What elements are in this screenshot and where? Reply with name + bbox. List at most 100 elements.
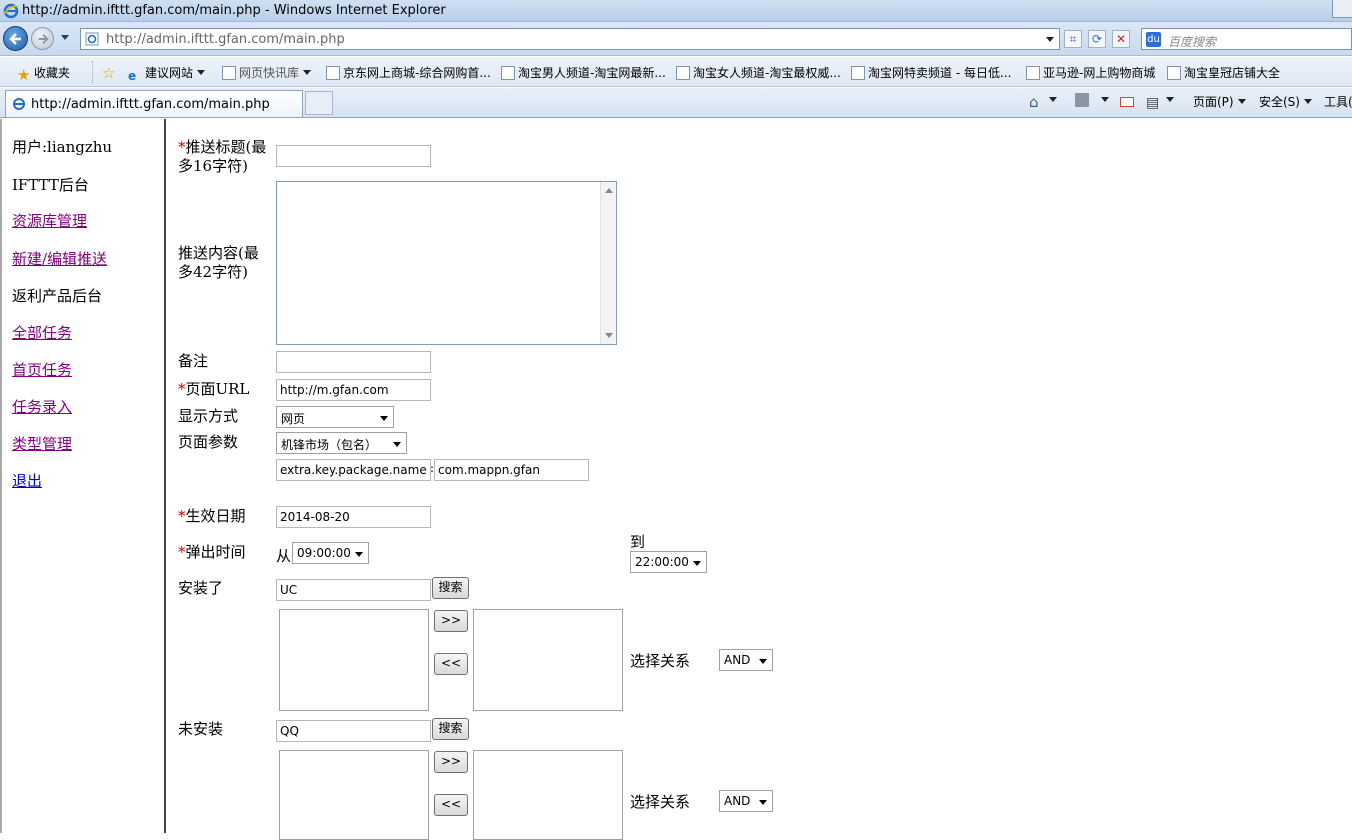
installed-move-right-button[interactable]: >>: [434, 610, 468, 632]
installed-selected-list[interactable]: [473, 609, 623, 711]
compatibility-icon: ⌗: [1069, 32, 1077, 46]
not-installed-move-right-button[interactable]: >>: [434, 751, 468, 773]
fav-item-jd[interactable]: 京东网上商城-综合网购首...: [326, 64, 491, 82]
push-content-textarea[interactable]: [276, 181, 617, 345]
not-installed-move-left-button[interactable]: <<: [434, 794, 468, 816]
fav-item-label: 淘宝女人频道-淘宝最权威...: [693, 66, 841, 80]
fav-item-suggested-sites[interactable]: e 建议网站: [128, 64, 206, 83]
sidebar-link-home-tasks[interactable]: 首页任务: [12, 359, 72, 380]
mail-icon: [1120, 97, 1134, 107]
home-icon: ⌂: [1029, 93, 1039, 111]
chevron-down-icon: [303, 70, 312, 75]
window-title-bar: http://admin.ifttt.gfan.com/main.php - W…: [0, 0, 1352, 22]
not-installed-selected-list[interactable]: [473, 750, 623, 840]
note-input[interactable]: [276, 351, 431, 373]
installed-search-input[interactable]: UC: [276, 579, 431, 601]
display-mode-select[interactable]: 网页: [276, 406, 394, 428]
not-installed-relation-select[interactable]: AND: [719, 790, 773, 812]
search-box[interactable]: du 百度搜索: [1141, 28, 1352, 50]
fav-item-label: 淘宝男人频道-淘宝网最新...: [518, 66, 666, 80]
page-menu-label: 页面(P): [1193, 95, 1234, 109]
sidebar-link-task-entry[interactable]: 任务录入: [12, 396, 72, 417]
param-key-input[interactable]: extra.key.package.name: [276, 459, 431, 481]
sidebar: 用户:liangzhu IFTTT后台 资源库管理 新建/编辑推送 返利产品后台…: [0, 119, 166, 833]
chevron-down-icon: [759, 659, 767, 664]
home-button[interactable]: ⌂: [1029, 93, 1057, 111]
push-content-label: 推送内容(最: [178, 244, 259, 262]
param-value-input[interactable]: com.mappn.gfan: [434, 459, 589, 481]
feeds-button[interactable]: [1075, 93, 1109, 107]
label-text: 生效日期: [185, 507, 246, 525]
fav-item-taobao-crown[interactable]: 淘宝皇冠店铺大全: [1167, 64, 1280, 82]
safety-menu[interactable]: 安全(S): [1259, 93, 1312, 110]
refresh-icon: ⟳: [1091, 32, 1103, 46]
push-title-input[interactable]: [276, 145, 431, 167]
chevron-down-icon: [380, 416, 388, 421]
sidebar-link-resources[interactable]: 资源库管理: [12, 210, 87, 231]
favorites-button[interactable]: ★ 收藏夹: [17, 64, 70, 84]
required-mark: *: [178, 138, 186, 156]
not-installed-search-input[interactable]: QQ: [276, 720, 431, 742]
sidebar-link-new-push[interactable]: 新建/编辑推送: [12, 248, 107, 269]
stop-button[interactable]: ✕: [1112, 30, 1130, 48]
push-title-label: *推送标题(最: [178, 138, 266, 157]
fav-item-label: 淘宝网特卖频道 - 每日低...: [868, 66, 1012, 80]
fav-item-taobao-women[interactable]: 淘宝女人频道-淘宝最权威...: [676, 64, 841, 82]
fav-item-label: 网页快讯库: [239, 66, 300, 80]
compatibility-view-button[interactable]: ⌗: [1064, 30, 1082, 48]
page-menu[interactable]: 页面(P): [1193, 93, 1246, 110]
not-installed-available-list[interactable]: [279, 750, 429, 840]
page-url-input[interactable]: http://m.gfan.com: [276, 379, 431, 401]
label-text: 推送标题(最: [185, 138, 267, 156]
fav-item-amazon[interactable]: 亚马逊-网上购物商城: [1026, 64, 1155, 82]
chevron-down-icon: [393, 442, 401, 447]
forward-arrow-icon: [38, 34, 49, 44]
fav-item-web-slices[interactable]: 网页快讯库: [222, 64, 312, 82]
ie-page-icon: e: [128, 69, 137, 83]
window-control-button[interactable]: [1332, 0, 1352, 18]
tab-active[interactable]: http://admin.ifttt.gfan.com/main.php: [5, 90, 303, 117]
installed-available-list[interactable]: [279, 609, 429, 711]
sidebar-link-logout[interactable]: 退出: [12, 470, 42, 491]
fav-item-taobao-men[interactable]: 淘宝男人频道-淘宝网最新...: [501, 64, 666, 82]
installed-move-left-button[interactable]: <<: [434, 653, 468, 675]
recent-pages-dropdown[interactable]: [61, 35, 69, 40]
sidebar-heading-rebate: 返利产品后台: [12, 287, 103, 305]
label-text: 页面URL: [185, 380, 250, 398]
required-mark: *: [178, 507, 186, 525]
popup-time-label: *弹出时间: [178, 543, 246, 562]
installed-relation-select[interactable]: AND: [719, 649, 773, 671]
select-value: 网页: [281, 412, 306, 426]
chevron-down-icon: [759, 800, 767, 805]
to-time-select[interactable]: 22:00:00: [630, 551, 707, 573]
installed-search-button[interactable]: 搜索: [432, 577, 469, 599]
refresh-button[interactable]: ⟳: [1088, 30, 1106, 48]
page-param-select[interactable]: 机锋市场（包名）: [276, 432, 407, 454]
effective-date-input[interactable]: 2014-08-20: [276, 506, 431, 528]
tools-menu[interactable]: 工具(: [1324, 93, 1352, 110]
forward-button[interactable]: [31, 27, 54, 50]
scroll-down-icon: [605, 333, 613, 338]
chevron-down-icon: [1237, 99, 1246, 104]
note-label: 备注: [178, 352, 209, 370]
not-installed-search-button[interactable]: 搜索: [432, 718, 469, 740]
rss-feed-icon: [1075, 93, 1089, 107]
add-favorite-button[interactable]: ☆: [102, 64, 119, 82]
window-title: http://admin.ifttt.gfan.com/main.php - W…: [22, 3, 446, 18]
read-mail-button[interactable]: [1120, 93, 1134, 107]
address-dropdown-icon[interactable]: [1046, 37, 1054, 42]
display-mode-label: 显示方式: [178, 407, 239, 425]
address-bar[interactable]: http://admin.ifttt.gfan.com/main.php: [80, 28, 1060, 50]
from-time-select[interactable]: 09:00:00: [292, 542, 369, 564]
back-button[interactable]: [3, 26, 28, 51]
new-tab-button[interactable]: [305, 91, 333, 115]
fav-item-taobao-sale[interactable]: 淘宝网特卖频道 - 每日低...: [851, 64, 1011, 82]
required-mark: *: [178, 380, 186, 398]
star-icon: ★: [17, 66, 31, 84]
print-button[interactable]: ▤: [1146, 93, 1174, 111]
textarea-scrollbar[interactable]: [600, 182, 616, 344]
sidebar-link-type-mgmt[interactable]: 类型管理: [12, 433, 72, 454]
chevron-down-icon: [355, 552, 363, 557]
back-arrow-icon: [9, 33, 21, 45]
sidebar-link-all-tasks[interactable]: 全部任务: [12, 322, 72, 343]
